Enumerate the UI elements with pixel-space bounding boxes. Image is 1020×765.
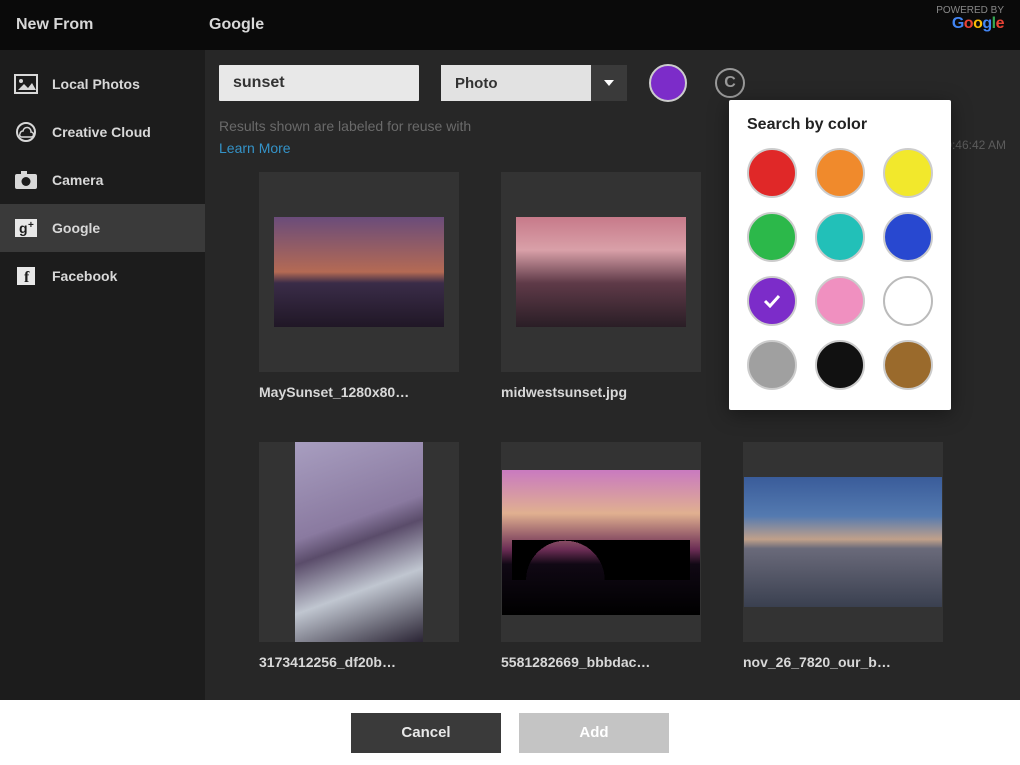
thumbnail bbox=[259, 442, 459, 642]
svg-text:+: + bbox=[28, 220, 34, 231]
color-swatch[interactable] bbox=[747, 340, 797, 390]
page-title: Google bbox=[205, 16, 264, 34]
color-swatch[interactable] bbox=[815, 276, 865, 326]
color-swatch[interactable] bbox=[883, 276, 933, 326]
sidebar-item-label: Google bbox=[52, 220, 100, 236]
color-swatch[interactable] bbox=[815, 340, 865, 390]
thumbnail bbox=[501, 172, 701, 372]
color-filter-button[interactable] bbox=[649, 64, 687, 102]
result-filename: midwestsunset.jpg bbox=[501, 384, 701, 400]
google-logo: POWERED BY Google bbox=[936, 6, 1004, 32]
thumbnail bbox=[501, 442, 701, 642]
sidebar: Local Photos Creative Cloud Camera g+ Go… bbox=[0, 50, 205, 700]
header: New From Google POWERED BY Google bbox=[0, 0, 1020, 50]
sidebar-item-camera[interactable]: Camera bbox=[0, 156, 205, 204]
svg-text:f: f bbox=[24, 269, 30, 286]
thumbnail bbox=[743, 442, 943, 642]
license-icon[interactable]: C bbox=[715, 68, 745, 98]
sidebar-item-facebook[interactable]: f Facebook bbox=[0, 252, 205, 300]
color-swatch[interactable] bbox=[883, 340, 933, 390]
sidebar-item-label: Camera bbox=[52, 172, 103, 188]
color-picker-popover: Search by color bbox=[729, 100, 951, 410]
sidebar-item-local-photos[interactable]: Local Photos bbox=[0, 60, 205, 108]
result-tile[interactable]: MaySunset_1280x80… bbox=[259, 172, 459, 400]
color-swatch[interactable] bbox=[747, 212, 797, 262]
image-icon bbox=[14, 74, 38, 94]
cancel-button[interactable]: Cancel bbox=[351, 713, 501, 753]
result-filename: 5581282669_bbbdac… bbox=[501, 654, 701, 670]
check-icon bbox=[763, 294, 781, 308]
result-filename: 3173412256_df20b… bbox=[259, 654, 459, 670]
chevron-down-icon bbox=[591, 65, 627, 101]
google-plus-icon: g+ bbox=[14, 218, 38, 238]
search-input[interactable] bbox=[219, 65, 419, 101]
footer: Cancel Add bbox=[0, 700, 1020, 765]
sidebar-item-label: Local Photos bbox=[52, 76, 140, 92]
sidebar-item-google[interactable]: g+ Google bbox=[0, 204, 205, 252]
result-filename: nov_26_7820_our_b… bbox=[743, 654, 943, 670]
thumbnail bbox=[259, 172, 459, 372]
result-tile[interactable]: 3173412256_df20b… bbox=[259, 442, 459, 670]
sidebar-item-label: Creative Cloud bbox=[52, 124, 151, 140]
main: Local Photos Creative Cloud Camera g+ Go… bbox=[0, 50, 1020, 700]
facebook-icon: f bbox=[14, 266, 38, 286]
camera-icon bbox=[14, 170, 38, 190]
creative-cloud-icon bbox=[14, 122, 38, 142]
search-controls: Photo C bbox=[219, 64, 1006, 102]
color-swatch[interactable] bbox=[815, 212, 865, 262]
result-tile[interactable]: midwestsunset.jpg bbox=[501, 172, 701, 400]
type-select-value: Photo bbox=[441, 65, 591, 101]
sidebar-item-creative-cloud[interactable]: Creative Cloud bbox=[0, 108, 205, 156]
type-select[interactable]: Photo bbox=[441, 65, 627, 101]
color-swatch[interactable] bbox=[883, 212, 933, 262]
color-swatch[interactable] bbox=[747, 148, 797, 198]
result-filename: MaySunset_1280x80… bbox=[259, 384, 459, 400]
content: Photo C Results shown are labeled for re… bbox=[205, 50, 1020, 700]
color-swatches bbox=[747, 148, 933, 390]
color-picker-title: Search by color bbox=[747, 116, 933, 134]
color-swatch[interactable] bbox=[815, 148, 865, 198]
result-tile[interactable]: nov_26_7820_our_b… bbox=[743, 442, 943, 670]
sidebar-title: New From bbox=[16, 16, 205, 34]
google-wordmark: Google bbox=[936, 16, 1004, 32]
color-swatch[interactable] bbox=[883, 148, 933, 198]
add-button[interactable]: Add bbox=[519, 713, 669, 753]
sidebar-item-label: Facebook bbox=[52, 268, 117, 284]
result-tile[interactable]: 5581282669_bbbdac… bbox=[501, 442, 701, 670]
svg-text:g: g bbox=[19, 220, 28, 236]
color-swatch[interactable] bbox=[747, 276, 797, 326]
